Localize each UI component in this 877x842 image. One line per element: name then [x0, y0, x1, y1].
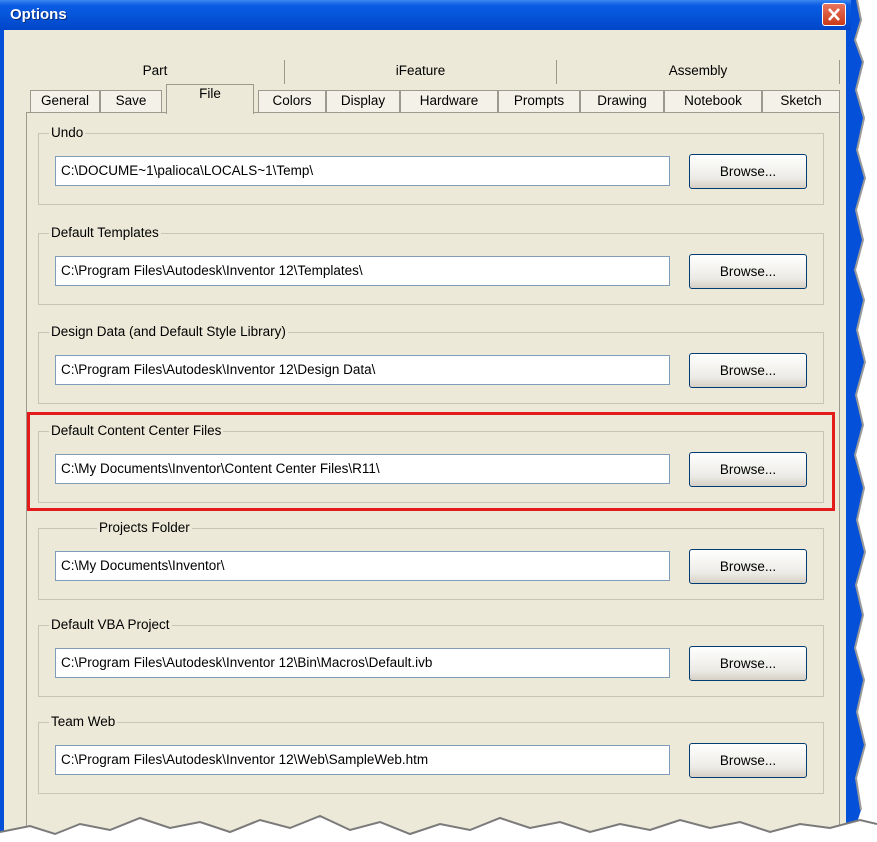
close-icon	[828, 8, 840, 21]
tab-drawing[interactable]: Drawing	[580, 90, 664, 112]
tab-hardware[interactable]: Hardware	[400, 90, 498, 112]
group-label: Default Content Center Files	[49, 423, 224, 439]
window-title: Options	[10, 6, 67, 23]
tab-assembly[interactable]: Assembly	[556, 60, 840, 84]
group-content-center-files: Default Content Center Files C:\My Docum…	[38, 423, 824, 503]
tab-colors-label: Colors	[272, 93, 312, 108]
options-dialog: Options Part iFeature Assembly General S…	[0, 0, 851, 842]
group-label: Design Data (and Default Style Library)	[49, 324, 288, 340]
tab-display[interactable]: Display	[326, 90, 400, 112]
design-data-browse-button[interactable]: Browse...	[689, 353, 807, 388]
tab-notebook-label: Notebook	[684, 93, 742, 108]
group-undo: Undo C:\DOCUME~1\palioca\LOCALS~1\Temp\ …	[38, 125, 824, 205]
torn-edge-right	[851, 0, 867, 842]
group-label: Default VBA Project	[49, 617, 172, 633]
tab-colors[interactable]: Colors	[258, 90, 326, 112]
group-design-data: Design Data (and Default Style Library) …	[38, 324, 824, 404]
undo-browse-button[interactable]: Browse...	[689, 154, 807, 189]
tab-general-label: General	[40, 93, 90, 108]
undo-path-field[interactable]: C:\DOCUME~1\palioca\LOCALS~1\Temp\	[55, 156, 670, 186]
group-label: Undo	[49, 125, 86, 141]
tab-row-top: Part iFeature Assembly	[26, 60, 840, 84]
team-web-browse-button[interactable]: Browse...	[689, 743, 807, 778]
templates-path-field[interactable]: C:\Program Files\Autodesk\Inventor 12\Te…	[55, 256, 670, 286]
tab-drawing-label: Drawing	[597, 93, 647, 108]
group-default-templates: Default Templates C:\Program Files\Autod…	[38, 225, 824, 305]
projects-browse-button[interactable]: Browse...	[689, 549, 807, 584]
group-default-vba-project: Default VBA Project C:\Program Files\Aut…	[38, 617, 824, 697]
group-label: Team Web	[49, 714, 118, 730]
tab-save-label: Save	[115, 93, 147, 108]
templates-browse-button[interactable]: Browse...	[689, 254, 807, 289]
content-center-browse-button[interactable]: Browse...	[689, 452, 807, 487]
window-frame-left	[0, 30, 4, 842]
tab-display-label: Display	[340, 93, 386, 108]
vba-browse-button[interactable]: Browse...	[689, 646, 807, 681]
tab-assembly-label: Assembly	[668, 63, 728, 78]
tab-ifeature-label: iFeature	[395, 63, 446, 78]
tab-part[interactable]: Part	[26, 60, 284, 84]
tab-prompts[interactable]: Prompts	[498, 90, 580, 112]
torn-edge-bottom	[0, 814, 877, 842]
tab-sketch-label: Sketch	[780, 93, 822, 108]
group-projects-folder: Projects Folder C:\My Documents\Inventor…	[38, 520, 824, 600]
content-center-path-field[interactable]: C:\My Documents\Inventor\Content Center …	[55, 454, 670, 484]
vba-project-path-field[interactable]: C:\Program Files\Autodesk\Inventor 12\Bi…	[55, 648, 670, 678]
group-team-web: Team Web C:\Program Files\Autodesk\Inven…	[38, 714, 824, 794]
tab-file-label: File	[199, 86, 221, 101]
tab-save[interactable]: Save	[100, 90, 162, 112]
close-button[interactable]	[822, 3, 846, 26]
tab-part-label: Part	[142, 63, 168, 78]
projects-path-field[interactable]: C:\My Documents\Inventor\	[55, 551, 670, 581]
tab-hardware-label: Hardware	[419, 93, 479, 108]
title-bar[interactable]: Options	[0, 0, 851, 30]
group-label: Projects Folder	[97, 520, 192, 536]
team-web-path-field[interactable]: C:\Program Files\Autodesk\Inventor 12\We…	[55, 745, 670, 775]
tab-prompts-label: Prompts	[513, 93, 565, 108]
tab-sketch[interactable]: Sketch	[762, 90, 840, 112]
tab-ifeature[interactable]: iFeature	[284, 60, 556, 84]
tab-general[interactable]: General	[30, 90, 100, 112]
design-data-path-field[interactable]: C:\Program Files\Autodesk\Inventor 12\De…	[55, 355, 670, 385]
group-label: Default Templates	[49, 225, 161, 241]
tab-notebook[interactable]: Notebook	[664, 90, 762, 112]
tab-file[interactable]: File	[166, 84, 254, 114]
